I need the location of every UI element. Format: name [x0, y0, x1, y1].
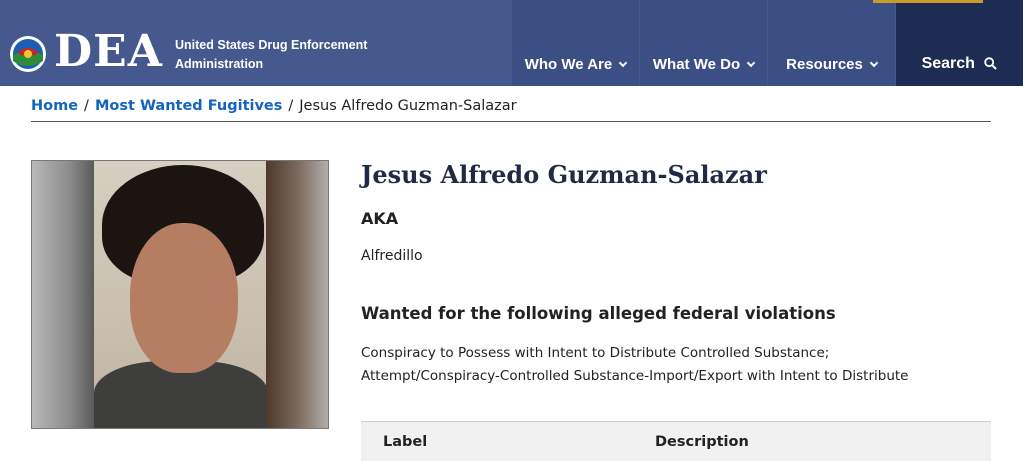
agency-name: United States Drug Enforcement Administr… — [175, 36, 405, 74]
violation-line: Conspiracy to Possess with Intent to Dis… — [361, 345, 830, 361]
site-logo-link[interactable]: DEA United States Drug Enforcement Admin… — [0, 0, 512, 86]
search-label: Search — [921, 55, 975, 72]
violation-line: Attempt/Conspiracy-Controlled Substance-… — [361, 368, 909, 384]
column-header-description: Description — [655, 434, 749, 450]
nav-item-who-we-are[interactable]: Who We Are — [512, 0, 639, 86]
breadcrumb-separator: / — [84, 98, 89, 114]
breadcrumb-most-wanted-link[interactable]: Most Wanted Fugitives — [95, 98, 282, 114]
nav-item-label: What We Do — [652, 56, 741, 73]
aka-heading: AKA — [361, 209, 399, 228]
breadcrumb: Home / Most Wanted Fugitives / Jesus Alfredo… — [31, 95, 517, 117]
accent-bar — [873, 0, 983, 3]
nav-item-resources[interactable]: Resources — [768, 0, 895, 86]
divider — [31, 121, 991, 122]
fugitive-photo — [31, 160, 329, 429]
details-table-header: Label Description — [361, 421, 991, 461]
search-button[interactable]: Search — [896, 0, 1023, 86]
dea-seal-icon — [10, 36, 46, 72]
search-icon — [984, 57, 998, 70]
chevron-down-icon — [746, 58, 756, 68]
logo-wordmark: DEA — [54, 26, 163, 77]
breadcrumb-home-link[interactable]: Home — [31, 98, 78, 114]
chevron-down-icon — [869, 58, 879, 68]
nav-item-what-we-do[interactable]: What We Do — [640, 0, 767, 86]
site-header: DEA United States Drug Enforcement Admin… — [0, 0, 1023, 86]
agency-name-line2: Administration — [175, 57, 264, 71]
breadcrumb-current: Jesus Alfredo Guzman-Salazar — [299, 98, 517, 114]
column-header-label: Label — [383, 434, 428, 450]
violations-text: Conspiracy to Possess with Intent to Dis… — [361, 342, 991, 388]
nav-item-label: Who We Are — [524, 56, 613, 73]
violations-heading: Wanted for the following alleged federal… — [361, 304, 836, 323]
page-title: Jesus Alfredo Guzman-Salazar — [361, 160, 767, 189]
aka-value: Alfredillo — [361, 248, 423, 264]
chevron-down-icon — [619, 58, 628, 68]
breadcrumb-separator: / — [288, 98, 294, 114]
agency-name-line1: United States Drug Enforcement — [175, 38, 368, 52]
nav-item-label: Resources — [786, 56, 863, 73]
